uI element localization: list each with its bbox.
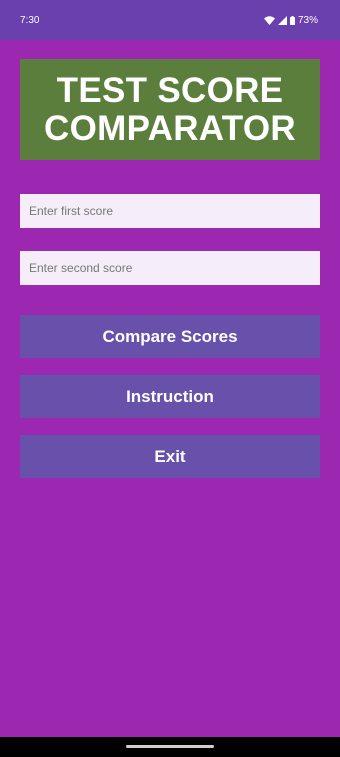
page-title: TEST SCORE COMPARATOR xyxy=(44,70,296,148)
exit-button[interactable]: Exit xyxy=(20,435,320,478)
signal-icon xyxy=(277,15,287,25)
compare-scores-button[interactable]: Compare Scores xyxy=(20,315,320,358)
status-time: 7:30 xyxy=(20,14,40,26)
battery-percent: 73% xyxy=(297,14,318,26)
title-banner: TEST SCORE COMPARATOR xyxy=(20,59,320,160)
second-score-input[interactable] xyxy=(20,251,320,285)
status-bar: 7:30 73% xyxy=(0,0,340,40)
wifi-icon xyxy=(263,15,275,25)
navigation-bar xyxy=(0,737,340,757)
status-icons: 73% xyxy=(263,14,318,26)
first-score-input[interactable] xyxy=(20,194,320,228)
instruction-button[interactable]: Instruction xyxy=(20,375,320,418)
home-indicator[interactable] xyxy=(126,745,214,748)
battery-icon xyxy=(289,15,295,25)
